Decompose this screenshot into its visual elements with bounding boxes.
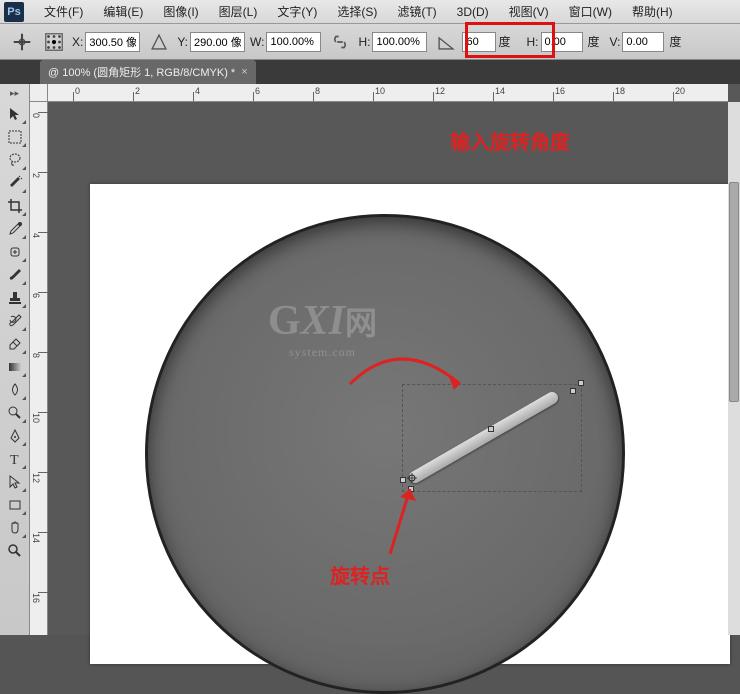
degree-label-3: 度 <box>669 33 681 50</box>
main-area: ▸▸ T 0 2 4 6 8 10 12 14 16 <box>0 84 740 635</box>
y-input[interactable] <box>190 32 245 52</box>
transform-handle[interactable] <box>408 486 414 492</box>
menu-image[interactable]: 图像(I) <box>153 3 208 20</box>
hand-tool[interactable] <box>3 517 27 539</box>
options-bar: X: Y: W: H: 度 H: 度 V: 度 <box>0 24 740 60</box>
h-label: H: <box>358 35 370 49</box>
path-selection-tool[interactable] <box>3 471 27 493</box>
annotation-rotate-point: 旋转点 <box>330 560 390 589</box>
angle-icon <box>435 31 457 53</box>
pen-tool[interactable] <box>3 425 27 447</box>
app-logo: Ps <box>4 2 24 22</box>
y-label: Y: <box>177 35 188 49</box>
transform-bounding-box[interactable] <box>402 384 582 492</box>
w-label: W: <box>250 35 264 49</box>
transform-handle[interactable] <box>400 477 406 483</box>
menu-help[interactable]: 帮助(H) <box>622 3 683 20</box>
skew-v-label: V: <box>610 35 621 49</box>
w-input[interactable] <box>266 32 321 52</box>
toolbox: ▸▸ T <box>0 84 30 635</box>
x-label: X: <box>72 35 83 49</box>
transform-handle[interactable] <box>570 388 576 394</box>
healing-tool[interactable] <box>3 241 27 263</box>
stamp-tool[interactable] <box>3 287 27 309</box>
menu-type[interactable]: 文字(Y) <box>267 3 327 20</box>
ruler-horizontal[interactable]: 0 2 4 6 8 10 12 14 16 18 20 22 <box>48 84 728 102</box>
scrollbar-vertical[interactable] <box>728 102 740 635</box>
close-tab-icon[interactable]: × <box>241 66 247 78</box>
dodge-tool[interactable] <box>3 402 27 424</box>
transform-handle[interactable] <box>578 380 584 386</box>
skew-h-label: H: <box>527 35 539 49</box>
menu-select[interactable]: 选择(S) <box>327 3 387 20</box>
h-input[interactable] <box>372 32 427 52</box>
menu-view[interactable]: 视图(V) <box>499 3 559 20</box>
menu-file[interactable]: 文件(F) <box>34 3 93 20</box>
scrollbar-thumb[interactable] <box>729 182 739 402</box>
document-tab[interactable]: @ 100% (圆角矩形 1, RGB/8/CMYK) * × <box>40 60 256 84</box>
degree-label: 度 <box>498 33 510 50</box>
svg-text:T: T <box>10 453 19 467</box>
watermark: GXI网 system.com <box>268 297 377 360</box>
x-input[interactable] <box>85 32 140 52</box>
document-tab-title: @ 100% (圆角矩形 1, RGB/8/CMYK) * <box>48 64 235 80</box>
lasso-tool[interactable] <box>3 149 27 171</box>
document-tab-bar: @ 100% (圆角矩形 1, RGB/8/CMYK) * × <box>0 60 740 84</box>
toolbox-cycle-icon[interactable]: ▸▸ <box>5 88 25 100</box>
gradient-tool[interactable] <box>3 356 27 378</box>
skew-v-input[interactable] <box>622 32 664 52</box>
canvas-area: 0 2 4 6 8 10 12 14 16 18 20 22 0 2 4 6 8… <box>30 84 740 635</box>
menu-window[interactable]: 窗口(W) <box>559 3 622 20</box>
marquee-tool[interactable] <box>3 126 27 148</box>
menu-edit[interactable]: 编辑(E) <box>93 3 153 20</box>
menu-layer[interactable]: 图层(L) <box>209 3 268 20</box>
menu-bar: Ps 文件(F) 编辑(E) 图像(I) 图层(L) 文字(Y) 选择(S) 滤… <box>0 0 740 24</box>
move-tool[interactable] <box>3 103 27 125</box>
rectangle-tool[interactable] <box>3 494 27 516</box>
brush-tool[interactable] <box>3 264 27 286</box>
transform-handle[interactable] <box>488 426 494 432</box>
ruler-vertical[interactable]: 0 2 4 6 8 10 12 14 16 <box>30 102 48 635</box>
degree-label-2: 度 <box>588 33 600 50</box>
ruler-origin[interactable] <box>30 84 48 102</box>
menu-3d[interactable]: 3D(D) <box>447 5 499 19</box>
blur-tool[interactable] <box>3 379 27 401</box>
magic-wand-tool[interactable] <box>3 172 27 194</box>
type-tool[interactable]: T <box>3 448 27 470</box>
transform-mode-icon[interactable] <box>11 31 33 53</box>
history-brush-tool[interactable] <box>3 310 27 332</box>
zoom-tool[interactable] <box>3 540 27 562</box>
annotation-rotate-input: 输入旋转角度 <box>450 126 570 155</box>
crop-tool[interactable] <box>3 195 27 217</box>
delta-icon[interactable] <box>148 31 170 53</box>
link-icon[interactable] <box>329 31 351 53</box>
skew-h-input[interactable] <box>541 32 583 52</box>
menu-filter[interactable]: 滤镜(T) <box>387 3 446 20</box>
eyedropper-tool[interactable] <box>3 218 27 240</box>
transform-pivot-icon[interactable] <box>407 472 417 482</box>
eraser-tool[interactable] <box>3 333 27 355</box>
angle-input[interactable] <box>462 32 496 52</box>
reference-point-icon[interactable] <box>43 31 65 53</box>
